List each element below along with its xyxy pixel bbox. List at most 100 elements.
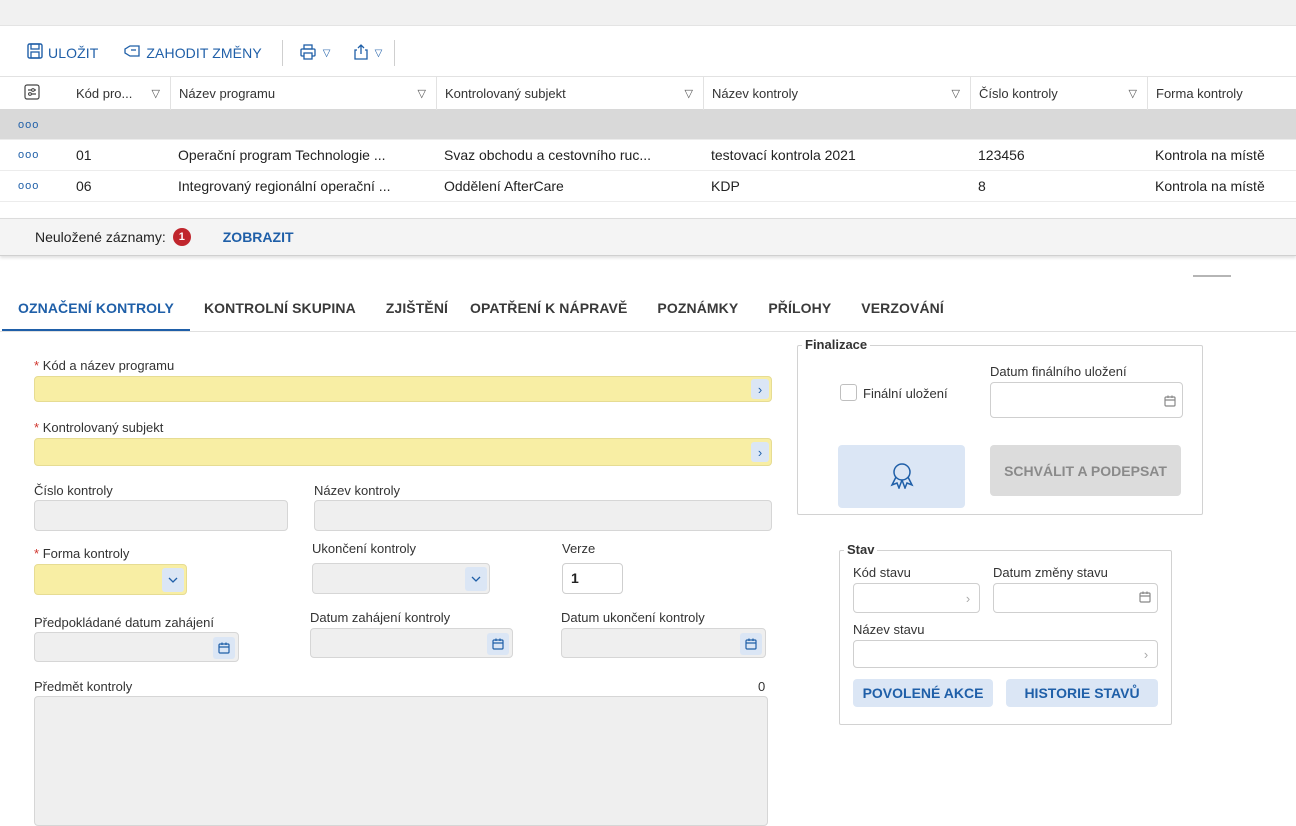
character-counter: 0 <box>758 679 766 694</box>
final-date-label: Datum finálního uložení <box>990 364 1127 379</box>
control-form-label: * Forma kontroly <box>34 546 130 561</box>
chevron-right-icon[interactable]: › <box>959 588 977 608</box>
status-change-date-field[interactable] <box>993 583 1158 613</box>
status-name-field[interactable]: › <box>853 640 1158 668</box>
sign-badge-button[interactable] <box>838 445 965 508</box>
tab-control-group[interactable]: KONTROLNÍ SKUPINA <box>204 286 356 332</box>
program-label: * Kód a název programu <box>34 358 175 373</box>
column-settings-button[interactable] <box>0 77 68 110</box>
allowed-actions-button[interactable]: POVOLENÉ AKCE <box>853 679 993 707</box>
chevron-right-icon[interactable]: › <box>1137 644 1155 664</box>
save-button[interactable]: ULOŽIT <box>26 42 98 65</box>
end-date-field[interactable] <box>561 628 766 658</box>
status-history-button[interactable]: HISTORIE STAVŮ <box>1006 679 1158 707</box>
status-code-field[interactable]: › <box>853 583 980 613</box>
toolbar-divider <box>281 40 283 66</box>
status-change-date-label: Datum změny stavu <box>993 565 1108 580</box>
unsaved-count-badge: 1 <box>172 228 191 246</box>
cell-name: testovací kontrola 2021 <box>711 147 856 163</box>
cell-number: 8 <box>978 178 986 194</box>
row-menu-icon[interactable]: ooo <box>18 140 39 170</box>
cell-subject: Oddělení AfterCare <box>444 178 564 194</box>
control-number-field[interactable] <box>34 500 288 531</box>
program-field[interactable]: › <box>34 376 772 402</box>
dropdown-triangle-icon: ▽ <box>374 47 383 59</box>
calendar-icon[interactable] <box>740 633 762 655</box>
start-date-field[interactable] <box>310 628 513 658</box>
control-name-field[interactable] <box>314 500 772 531</box>
version-field[interactable]: 1 <box>562 563 623 594</box>
tab-attachments[interactable]: PŘÍLOHY <box>768 286 831 332</box>
tab-control-designation[interactable]: OZNAČENÍ KONTROLY <box>2 286 190 332</box>
tab-versioning[interactable]: VERZOVÁNÍ <box>861 286 944 332</box>
column-header-name[interactable]: Název kontroly ▽ <box>703 77 970 110</box>
subject-matter-textarea[interactable] <box>34 696 768 826</box>
cell-code: 06 <box>76 178 92 194</box>
filter-icon[interactable]: ▽ <box>952 87 960 100</box>
control-end-select[interactable] <box>312 563 490 594</box>
calendar-icon[interactable] <box>487 633 509 655</box>
chevron-right-icon[interactable]: › <box>751 379 769 399</box>
column-header-program[interactable]: Název programu ▽ <box>170 77 436 110</box>
chevron-right-icon[interactable]: › <box>751 442 769 462</box>
column-header-code[interactable]: Kód pro... ▽ <box>68 77 170 110</box>
discard-changes-button[interactable]: ZAHODIT ZMĚNY <box>122 43 262 64</box>
records-grid: Kód pro... ▽ Název programu ▽ Kontrolovaný… <box>0 76 1296 202</box>
planned-start-label: Předpokládané datum zahájení <box>34 615 214 630</box>
calendar-icon[interactable] <box>213 637 235 659</box>
control-form-select[interactable] <box>34 564 187 595</box>
table-row[interactable]: ooo <box>0 110 1296 140</box>
version-label: Verze <box>562 541 596 556</box>
row-menu-icon[interactable]: ooo <box>18 171 39 201</box>
cell-code: 01 <box>76 147 92 163</box>
tab-remedial-measures[interactable]: OPATŘENÍ K NÁPRAVĚ <box>470 286 627 332</box>
share-icon <box>353 43 369 64</box>
tab-findings[interactable]: ZJIŠTĚNÍ <box>386 286 448 332</box>
filter-icon[interactable]: ▽ <box>685 87 693 100</box>
filter-icon[interactable]: ▽ <box>1129 87 1137 100</box>
planned-start-date-field[interactable] <box>34 632 239 662</box>
approve-sign-button[interactable]: SCHVÁLIT A PODEPSAT <box>990 445 1181 496</box>
export-menu-button[interactable]: ▽ <box>353 43 383 64</box>
dropdown-triangle-icon: ▽ <box>322 47 331 59</box>
column-header-subject[interactable]: Kontrolovaný subjekt ▽ <box>436 77 703 110</box>
end-date-label: Datum ukončení kontroly <box>561 610 705 625</box>
column-header-form[interactable]: Forma kontroly <box>1147 77 1296 110</box>
table-row[interactable]: ooo 01 Operační program Technologie ... … <box>0 140 1296 171</box>
print-menu-button[interactable]: ▽ <box>299 43 331 64</box>
cell-program: Integrovaný regionální operační ... <box>178 178 391 194</box>
final-save-label: Finální uložení <box>863 386 948 401</box>
subject-field[interactable]: › <box>34 438 772 466</box>
cell-name: KDP <box>711 178 740 194</box>
tab-notes[interactable]: POZNÁMKY <box>657 286 738 332</box>
calendar-icon[interactable] <box>1139 590 1151 606</box>
resize-handle[interactable] <box>1193 275 1231 277</box>
award-icon <box>889 461 915 492</box>
filter-icon[interactable]: ▽ <box>152 87 160 100</box>
cell-number: 123456 <box>978 147 1025 163</box>
control-end-label: Ukončení kontroly <box>312 541 417 556</box>
final-save-checkbox[interactable] <box>840 384 857 401</box>
filter-icon[interactable]: ▽ <box>418 87 426 100</box>
column-header-number[interactable]: Číslo kontroly ▽ <box>970 77 1147 110</box>
start-date-label: Datum zahájení kontroly <box>310 610 451 625</box>
chevron-down-icon[interactable] <box>465 567 487 591</box>
status-name-label: Název stavu <box>853 622 925 637</box>
discard-icon <box>122 43 142 64</box>
save-label: ULOŽIT <box>48 45 99 61</box>
top-band <box>0 0 1296 26</box>
final-date-field[interactable] <box>990 382 1183 418</box>
control-number-label: Číslo kontroly <box>34 483 113 498</box>
calendar-icon[interactable] <box>1164 394 1176 410</box>
table-row[interactable]: ooo 06 Integrovaný regionální operační .… <box>0 171 1296 202</box>
detail-tabs: OZNAČENÍ KONTROLY KONTROLNÍ SKUPINA ZJIŠ… <box>2 286 974 332</box>
toolbar-divider <box>394 40 396 66</box>
column-settings-icon <box>24 84 40 103</box>
chevron-down-icon[interactable] <box>162 568 184 592</box>
save-icon <box>26 42 44 65</box>
row-menu-icon[interactable]: ooo <box>18 110 39 140</box>
toolbar: ULOŽIT ZAHODIT ZMĚNY ▽ ▽ <box>0 30 1296 76</box>
finalization-legend: Finalizace <box>802 337 871 352</box>
show-unsaved-button[interactable]: ZOBRAZIT <box>223 229 294 245</box>
cell-form: Kontrola na místě <box>1155 178 1265 194</box>
